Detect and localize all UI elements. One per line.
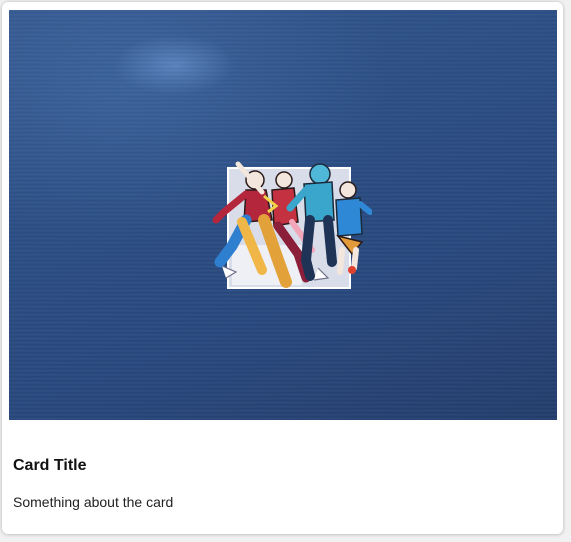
card: Card Title Something about the card — [2, 2, 563, 534]
dancing-group-artwork — [212, 161, 372, 289]
card-description: Something about the card — [13, 494, 174, 510]
card-media — [9, 10, 557, 420]
card-title: Card Title — [13, 457, 87, 474]
